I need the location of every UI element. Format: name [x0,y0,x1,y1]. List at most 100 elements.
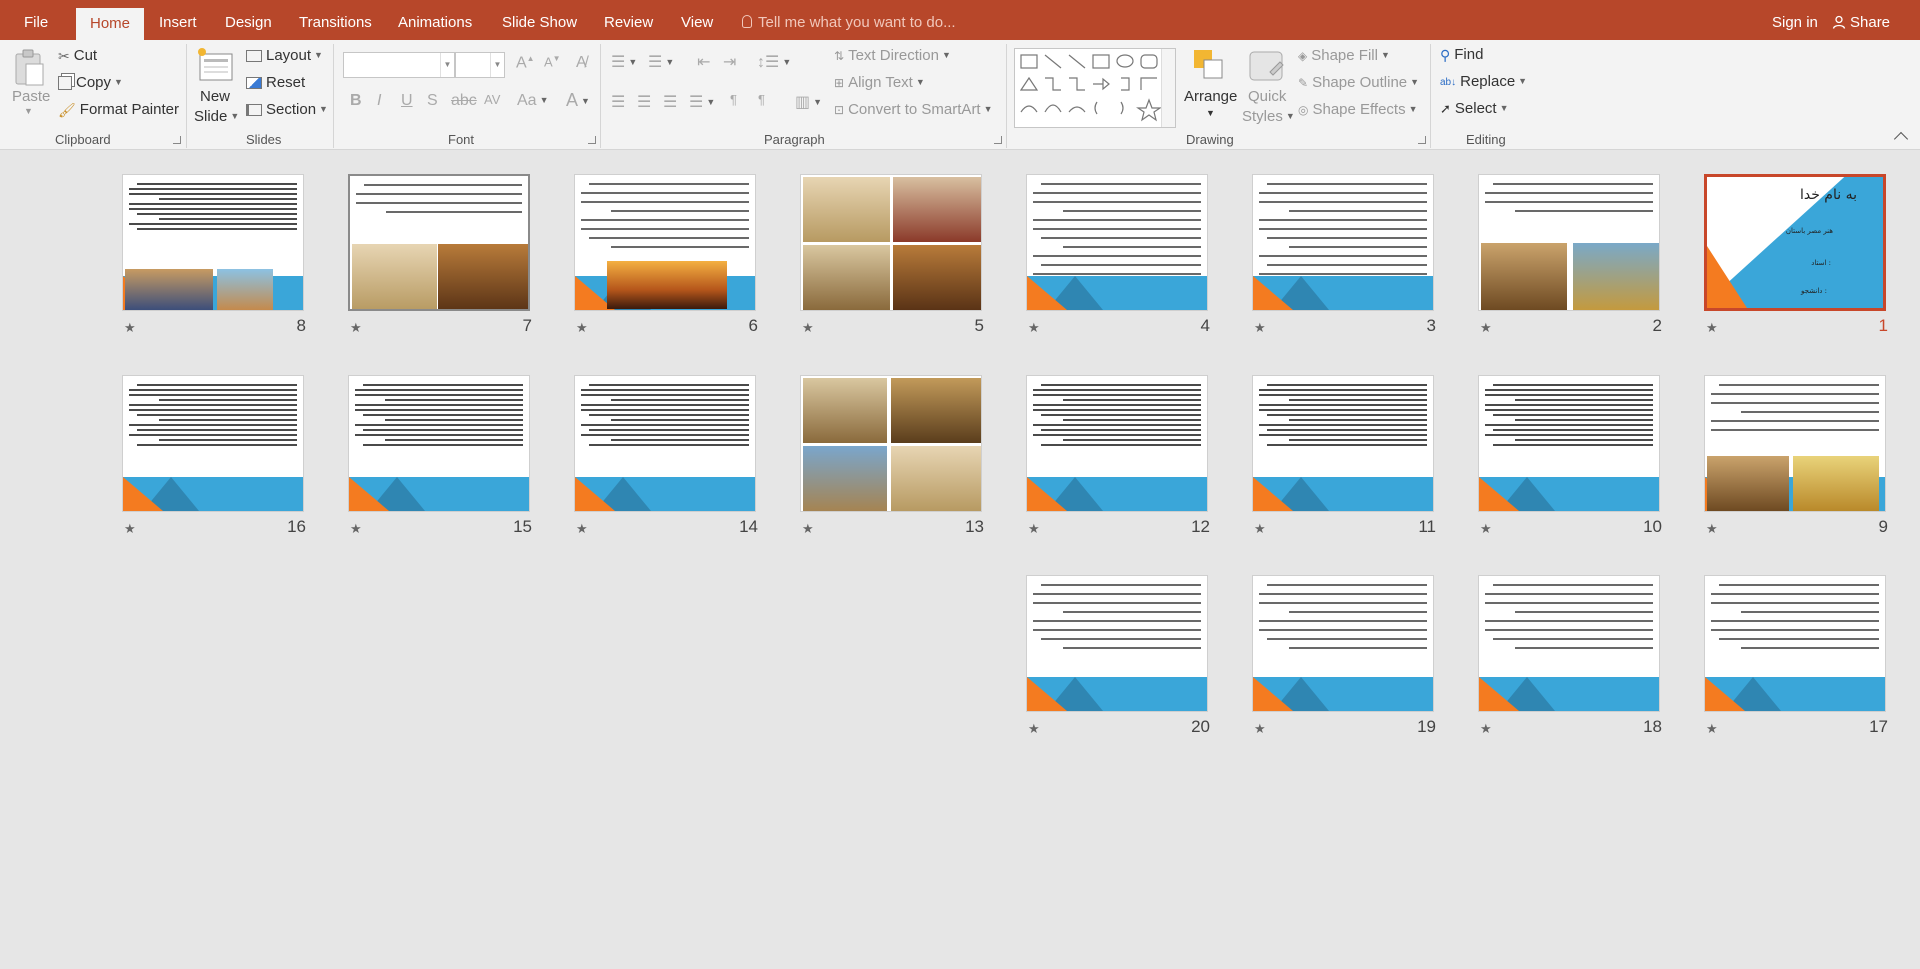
clear-formatting-icon[interactable]: A̸ [576,54,587,72]
font-size-field[interactable]: ▼ [455,52,505,78]
transition-star-icon[interactable]: ★ [350,320,362,336]
numbering-icon[interactable]: ☰ ▼ [648,52,674,72]
layout-button[interactable]: Layout ▼ [246,47,323,64]
chevron-down-icon[interactable]: ▼ [490,53,504,77]
char-spacing-icon[interactable]: AV [484,92,500,107]
cut-button[interactable]: ✂ Cut [58,47,97,65]
ltr-icon[interactable]: ¶ [730,92,737,107]
tab-home[interactable]: Home [76,8,145,40]
font-color-icon[interactable]: A ▼ [566,90,590,111]
slide-thumbnail[interactable] [1252,174,1434,311]
transition-star-icon[interactable]: ★ [1028,521,1040,537]
columns-icon[interactable]: ▥ ▼ [795,92,822,112]
justify-icon[interactable]: ☰ ▼ [689,92,715,112]
paragraph-launcher-icon[interactable] [994,136,1002,144]
decrease-indent-icon[interactable]: ⇤ [697,52,710,72]
shape-fill-button[interactable]: ◈ Shape Fill ▼ [1298,47,1390,64]
transition-star-icon[interactable]: ★ [124,320,136,336]
italic-icon[interactable]: I [377,92,381,110]
slide-thumbnail[interactable] [1252,375,1434,512]
tab-view[interactable]: View [681,0,713,40]
rtl-icon[interactable]: ¶ [758,92,765,107]
shadow-icon[interactable]: S [427,92,438,110]
increase-indent-icon[interactable]: ⇥ [723,52,736,72]
reset-button[interactable]: Reset [246,74,305,91]
slide-thumbnail[interactable] [1478,375,1660,512]
paste-dropdown-icon[interactable]: ▼ [24,106,33,116]
underline-icon[interactable]: U [401,92,413,110]
replace-button[interactable]: ab↓ Replace ▼ [1440,73,1527,90]
arrange-button[interactable] [1190,46,1230,90]
shapes-gallery[interactable] [1014,48,1176,128]
tab-file[interactable]: File [24,0,48,40]
strikethrough-icon[interactable]: abc [451,92,477,110]
transition-star-icon[interactable]: ★ [576,521,588,537]
slide-thumbnail[interactable]: به نام خدا هنر مصر باستان استاد : دانشجو : [1704,174,1886,311]
slide-thumbnail[interactable] [574,375,756,512]
transition-star-icon[interactable]: ★ [1254,721,1266,737]
convert-smartart-button[interactable]: ⊡ Convert to SmartArt ▼ [834,101,993,118]
tab-review[interactable]: Review [604,0,653,40]
shape-outline-button[interactable]: ✎ Shape Outline ▼ [1298,74,1419,91]
quick-styles-button[interactable] [1246,46,1286,90]
align-center-icon[interactable]: ☰ [637,92,651,112]
transition-star-icon[interactable]: ★ [802,521,814,537]
slide-thumbnail[interactable] [1026,375,1208,512]
tell-me-box[interactable]: Tell me what you want to do... [742,0,956,40]
align-right-icon[interactable]: ☰ [663,92,677,112]
slide-thumbnail[interactable] [1026,575,1208,712]
arrange-dropdown-icon[interactable]: ▼ [1206,108,1215,118]
transition-star-icon[interactable]: ★ [1254,320,1266,336]
drawing-launcher-icon[interactable] [1418,136,1426,144]
text-direction-button[interactable]: ⇅ Text Direction ▼ [834,47,951,64]
transition-star-icon[interactable]: ★ [576,320,588,336]
chevron-down-icon[interactable]: ▼ [440,53,454,77]
slide-thumbnail[interactable] [1252,575,1434,712]
align-left-icon[interactable]: ☰ [611,92,625,112]
transition-star-icon[interactable]: ★ [1480,320,1492,336]
slide-thumbnail[interactable] [800,375,982,512]
section-button[interactable]: Section ▼ [246,101,328,118]
tab-transitions[interactable]: Transitions [299,0,372,40]
new-slide-label-2[interactable]: Slide ▼ [194,108,239,125]
transition-star-icon[interactable]: ★ [1028,721,1040,737]
align-text-button[interactable]: ⊞ Align Text ▼ [834,74,925,91]
transition-star-icon[interactable]: ★ [1480,521,1492,537]
slide-thumbnail[interactable] [122,375,304,512]
slide-thumbnail[interactable] [1704,375,1886,512]
format-painter-button[interactable]: 🖌 Format Painter [58,101,179,119]
transition-star-icon[interactable]: ★ [124,521,136,537]
clipboard-launcher-icon[interactable] [173,136,181,144]
slide-thumbnail[interactable] [1478,575,1660,712]
font-name-field[interactable]: ▼ [343,52,455,78]
shrink-font-icon[interactable]: A▼ [544,54,561,69]
gallery-scrollbar[interactable] [1161,49,1175,127]
slide-thumbnail[interactable] [348,174,530,311]
transition-star-icon[interactable]: ★ [1480,721,1492,737]
font-launcher-icon[interactable] [588,136,596,144]
slide-thumbnail[interactable] [800,174,982,311]
tab-animations[interactable]: Animations [398,0,472,40]
new-slide-button[interactable] [196,46,236,92]
copy-button[interactable]: Copy ▼ [58,74,123,91]
bold-icon[interactable]: B [350,92,362,110]
tab-slide-show[interactable]: Slide Show [502,0,577,40]
bullets-icon[interactable]: ☰ ▼ [611,52,637,72]
slide-thumbnail[interactable] [348,375,530,512]
slide-thumbnail[interactable] [122,174,304,311]
find-button[interactable]: ⚲ Find [1440,46,1483,64]
quick-styles-label-2[interactable]: Styles ▼ [1242,108,1295,125]
transition-star-icon[interactable]: ★ [1706,721,1718,737]
slide-thumbnail[interactable] [1026,174,1208,311]
transition-star-icon[interactable]: ★ [350,521,362,537]
tab-design[interactable]: Design [225,0,272,40]
transition-star-icon[interactable]: ★ [1028,320,1040,336]
select-button[interactable]: ➚ Select ▼ [1440,100,1509,117]
shape-effects-button[interactable]: ◎ Shape Effects ▼ [1298,101,1418,118]
transition-star-icon[interactable]: ★ [1706,320,1718,336]
tab-insert[interactable]: Insert [159,0,197,40]
slide-thumbnail[interactable] [1478,174,1660,311]
line-spacing-icon[interactable]: ↕☰ ▼ [757,52,791,72]
slide-thumbnail[interactable] [574,174,756,311]
change-case-icon[interactable]: Aa ▼ [517,92,549,110]
